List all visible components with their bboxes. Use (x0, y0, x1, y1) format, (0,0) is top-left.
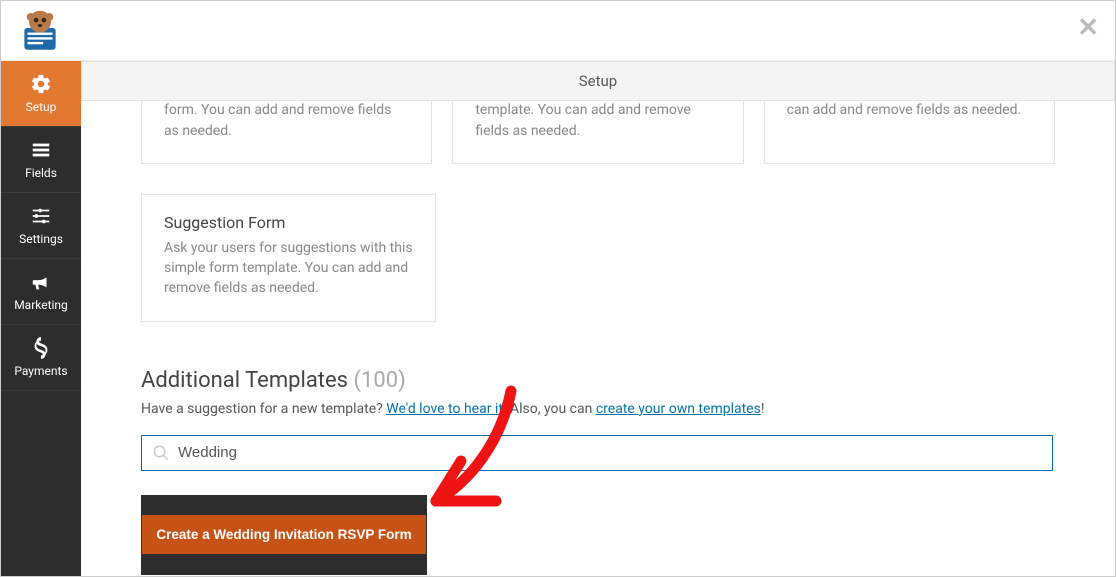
create-templates-link[interactable]: create your own templates (596, 401, 761, 417)
template-desc: orders with this ready-made form templat… (475, 101, 720, 141)
additional-templates-heading: Additional Templates (100) (141, 368, 1055, 393)
template-title: Suggestion Form (164, 213, 413, 232)
template-desc: with this newsletter signup form. You ca… (787, 101, 1032, 121)
template-card[interactable]: website with this ready-made Donation fo… (141, 101, 432, 164)
template-desc: Ask your users for suggestions with this… (164, 238, 413, 299)
bullhorn-icon (30, 271, 52, 293)
sidebar-label: Marketing (14, 298, 68, 312)
sidebar: Setup Fields Settings Marketing Payments (1, 61, 81, 576)
templates-count: (100) (353, 368, 405, 393)
sidebar-label: Payments (14, 364, 67, 378)
dollar-icon (30, 337, 52, 359)
template-card[interactable]: with this newsletter signup form. You ca… (764, 101, 1055, 164)
template-card[interactable]: orders with this ready-made form templat… (452, 101, 743, 164)
sidebar-item-marketing[interactable]: Marketing (1, 259, 81, 325)
gear-icon (30, 73, 52, 95)
main-content: website with this ready-made Donation fo… (81, 101, 1115, 576)
sliders-icon (30, 205, 52, 227)
sidebar-item-payments[interactable]: Payments (1, 325, 81, 391)
template-desc: website with this ready-made Donation fo… (164, 101, 409, 141)
sidebar-label: Setup (26, 100, 57, 114)
template-search[interactable] (141, 435, 1053, 471)
create-template-button[interactable]: Create a Wedding Invitation RSVP Form (142, 515, 425, 554)
suggestion-line: Have a suggestion for a new template? We… (141, 401, 1055, 417)
page-title-bar: Setup (81, 61, 1115, 101)
search-input[interactable] (178, 444, 1042, 461)
wpforms-logo (15, 6, 65, 56)
search-result-card[interactable]: Create a Wedding Invitation RSVP Form (141, 495, 427, 575)
page-title: Setup (579, 72, 617, 90)
template-card-suggestion[interactable]: Suggestion Form Ask your users for sugge… (141, 194, 436, 322)
sidebar-item-settings[interactable]: Settings (1, 193, 81, 259)
sidebar-label: Fields (25, 166, 57, 180)
sidebar-item-setup[interactable]: Setup (1, 61, 81, 127)
modal-header (1, 1, 1115, 61)
list-icon (30, 139, 52, 161)
sidebar-label: Settings (19, 232, 63, 246)
search-icon (152, 444, 170, 462)
close-icon[interactable]: ✕ (1077, 13, 1099, 43)
hear-it-link[interactable]: We'd love to hear it (386, 401, 503, 417)
sidebar-item-fields[interactable]: Fields (1, 127, 81, 193)
